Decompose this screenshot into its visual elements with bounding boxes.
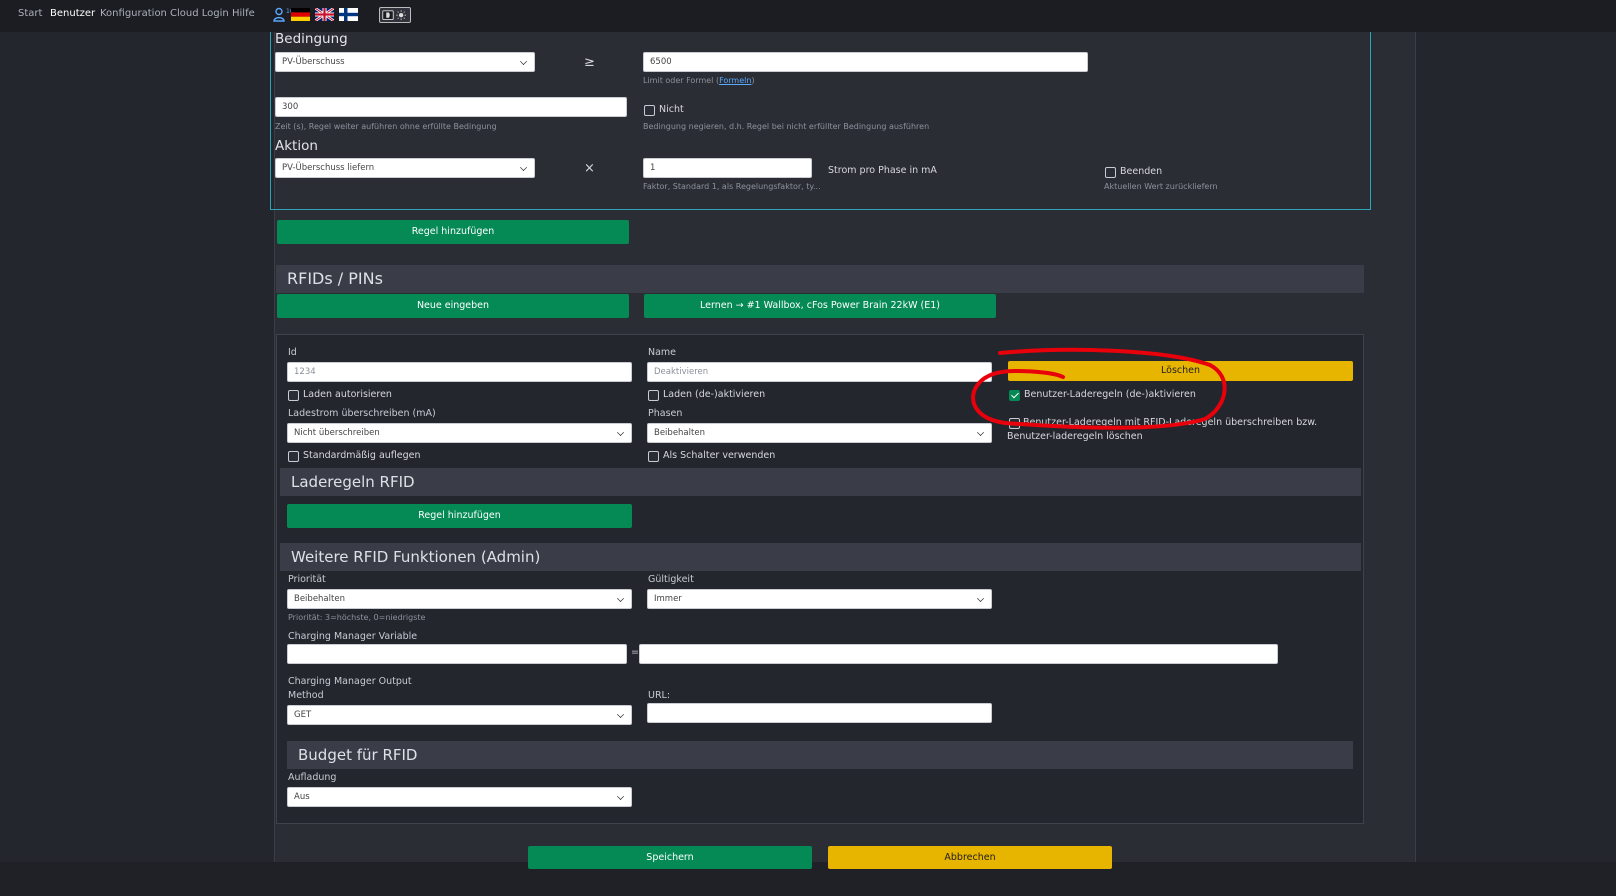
cancel-button[interactable]: Abbrechen xyxy=(828,846,1112,869)
uk-flag-icon[interactable] xyxy=(315,8,334,21)
cm-variable-name-input[interactable] xyxy=(287,644,627,664)
rfid-section-heading: RFIDs / PINs xyxy=(276,265,1364,293)
priority-select[interactable]: Beibehalten xyxy=(287,589,632,609)
cm-output-label: Charging Manager Output xyxy=(288,676,412,687)
theme-toggle[interactable] xyxy=(379,7,411,23)
german-flag-icon[interactable] xyxy=(291,8,310,21)
default-checkbox[interactable] xyxy=(288,451,299,462)
action-heading: Aktion xyxy=(275,138,318,154)
user-icon[interactable] xyxy=(273,7,286,22)
validity-label: Gültigkeit xyxy=(648,574,694,585)
action-select[interactable]: PV-Überschuss liefern xyxy=(275,158,535,178)
charge-select[interactable]: Aus xyxy=(287,787,632,807)
add-rule-button[interactable]: Regel hinzufügen xyxy=(277,220,629,244)
charge-label: Aufladung xyxy=(288,772,337,783)
switch-checkbox[interactable] xyxy=(648,451,659,462)
switch-label: Als Schalter verwenden xyxy=(663,450,776,461)
condition-heading: Bedingung xyxy=(275,31,348,47)
dark-light-toggle-icon xyxy=(382,10,406,20)
new-rfid-button[interactable]: Neue eingeben xyxy=(277,294,629,318)
authorize-label: Laden autorisieren xyxy=(303,389,392,400)
url-label: URL: xyxy=(648,690,671,701)
end-hint: Aktuellen Wert zurückliefern xyxy=(1104,182,1218,191)
nav-hilfe[interactable]: Hilfe xyxy=(232,8,255,19)
equals-sign: = xyxy=(631,647,639,658)
priority-hint: Priorität: 3=höchste, 0=niedrigste xyxy=(288,613,426,622)
default-label: Standardmäßig auflegen xyxy=(303,450,421,461)
limit-hint: Limit oder Formel (Formeln) xyxy=(643,76,755,85)
limit-input[interactable]: 6500 xyxy=(643,52,1088,72)
phases-label: Phasen xyxy=(648,408,683,419)
time-hint: Zeit (s), Regel weiter auführen ohne erf… xyxy=(275,122,497,131)
end-checkbox[interactable] xyxy=(1105,167,1116,178)
toggle-charging-label: Laden (de-)aktivieren xyxy=(663,389,766,400)
nav-cloud-login[interactable]: Cloud Login xyxy=(170,8,229,19)
end-label: Beenden xyxy=(1120,166,1163,177)
current-label: Ladestrom überschreiben (mA) xyxy=(288,408,436,419)
not-label: Nicht xyxy=(659,104,684,115)
budget-heading: Budget für RFID xyxy=(287,741,1353,769)
top-navigation-bar: Start Benutzer Konfiguration Cloud Login… xyxy=(0,0,1616,32)
rfid-rules-heading: Laderegeln RFID xyxy=(280,468,1361,496)
authorize-checkbox[interactable] xyxy=(288,390,299,401)
multiply-symbol: × xyxy=(584,161,595,176)
validity-select[interactable]: Immer xyxy=(647,589,992,609)
rfid-add-rule-button[interactable]: Regel hinzufügen xyxy=(287,504,632,528)
right-background xyxy=(1416,32,1616,862)
time-input[interactable]: 300 xyxy=(275,97,627,117)
toggle-charging-checkbox[interactable] xyxy=(648,390,659,401)
red-annotation-circle xyxy=(971,347,1227,430)
name-input[interactable]: Deaktivieren xyxy=(647,362,992,382)
id-label: Id xyxy=(288,347,297,358)
cm-variable-value-input[interactable] xyxy=(639,644,1278,664)
url-input[interactable] xyxy=(647,703,992,723)
method-select[interactable]: GET xyxy=(287,705,632,725)
priority-label: Priorität xyxy=(288,574,326,585)
save-button[interactable]: Speichern xyxy=(528,846,812,869)
formulas-link[interactable]: Formeln xyxy=(719,76,751,85)
factor-input[interactable]: 1 xyxy=(643,158,812,178)
learn-rfid-button[interactable]: Lernen → #1 Wallbox, cFos Power Brain 22… xyxy=(644,294,996,318)
phases-select[interactable]: Beibehalten xyxy=(647,423,992,443)
factor-hint: Faktor, Standard 1, als Regelungsfaktor,… xyxy=(643,182,821,191)
cm-variable-label: Charging Manager Variable xyxy=(288,631,418,642)
nav-konfiguration[interactable]: Konfiguration xyxy=(100,8,167,19)
id-input[interactable]: 1234 xyxy=(287,362,632,382)
operator-symbol: ≥ xyxy=(584,55,595,70)
current-select[interactable]: Nicht überschreiben xyxy=(287,423,632,443)
method-label: Method xyxy=(288,690,324,701)
nav-start[interactable]: Start xyxy=(18,8,42,19)
finnish-flag-icon[interactable] xyxy=(339,8,358,21)
not-hint: Bedingung negieren, d.h. Regel bei nicht… xyxy=(643,122,930,131)
condition-select[interactable]: PV-Überschuss xyxy=(275,52,535,72)
not-checkbox[interactable] xyxy=(644,105,655,116)
nav-benutzer[interactable]: Benutzer xyxy=(50,8,95,19)
admin-heading: Weitere RFID Funktionen (Admin) xyxy=(280,543,1361,571)
left-background xyxy=(0,32,274,862)
unit-label: Strom pro Phase in mA xyxy=(828,165,937,176)
name-label: Name xyxy=(648,347,677,358)
